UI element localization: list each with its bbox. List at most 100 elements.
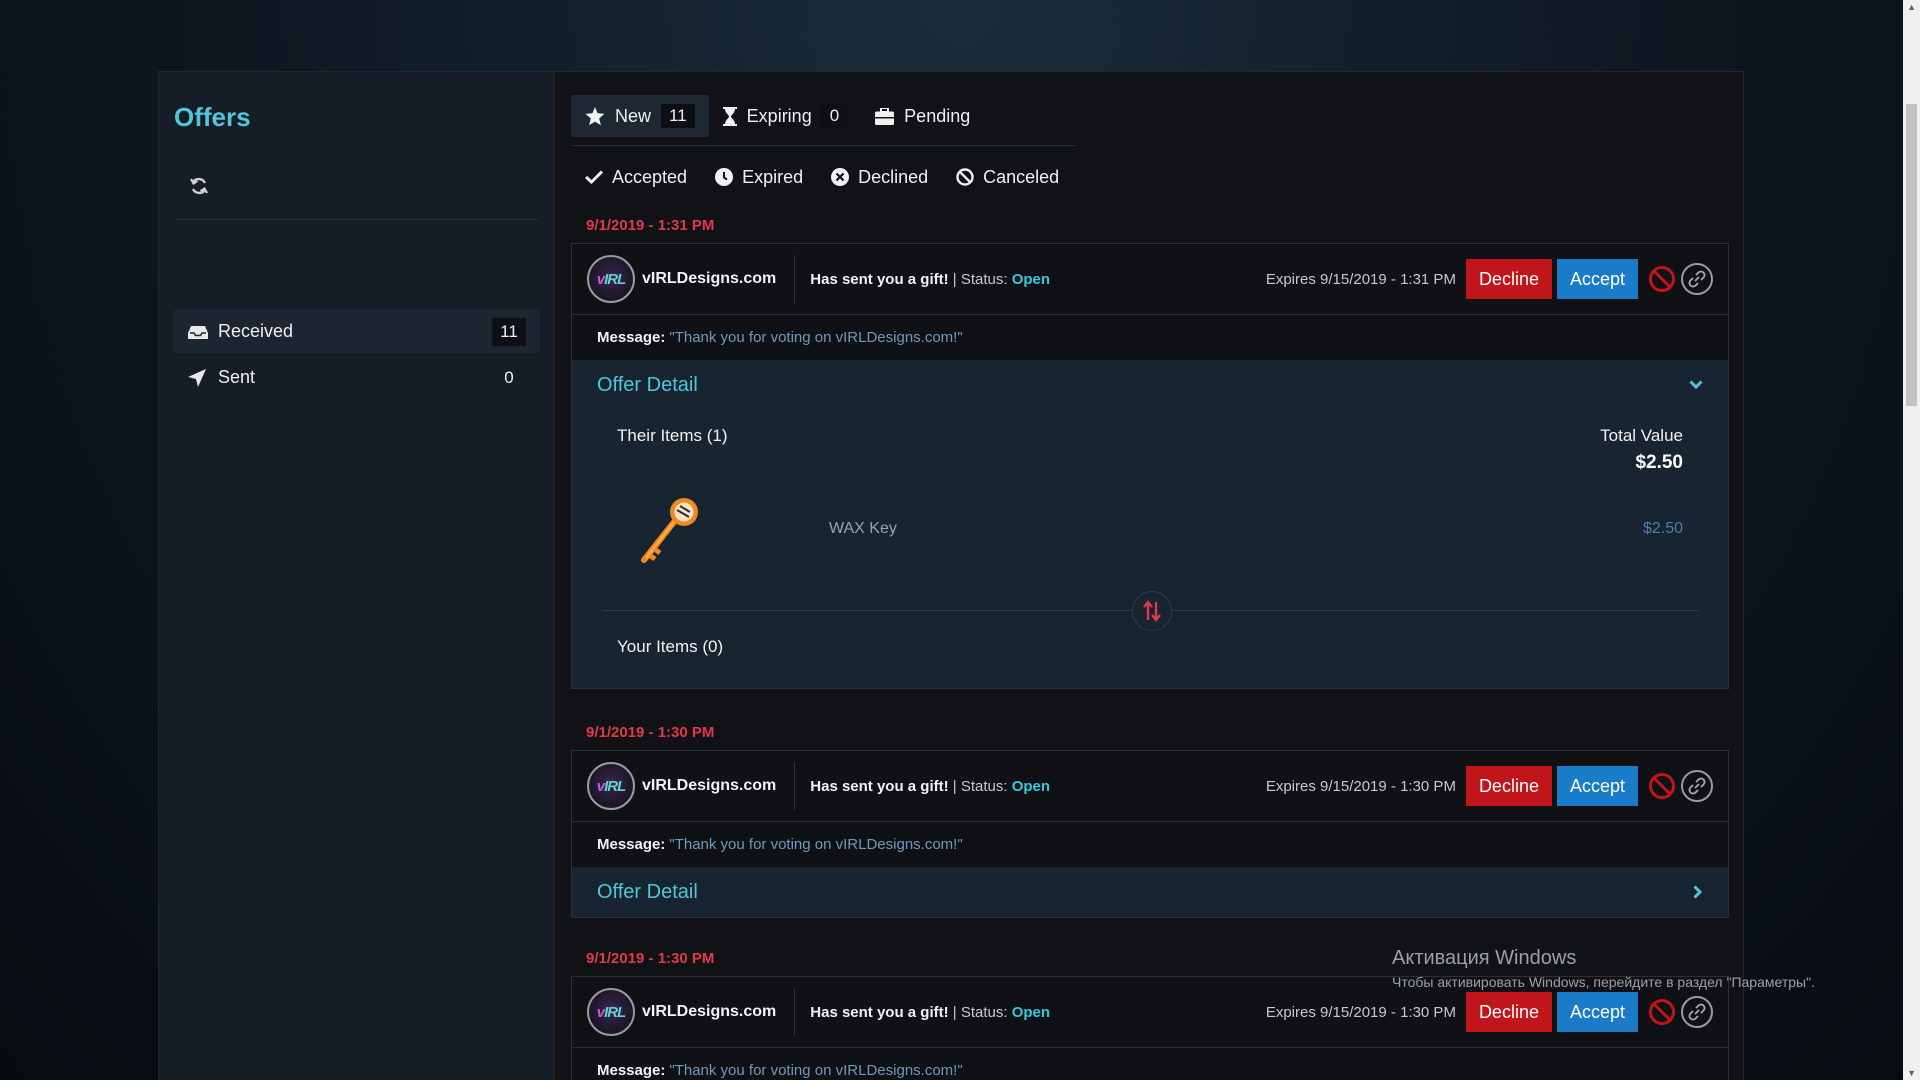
block-user-icon[interactable]: [1647, 997, 1677, 1027]
offer-detail-title: Offer Detail: [597, 373, 698, 396]
accept-button[interactable]: Accept: [1556, 259, 1638, 299]
gift-text: Has sent you a gift!: [810, 777, 949, 795]
message-text: "Thank you for voting on vIRLDesigns.com…: [669, 1062, 963, 1079]
tab-expiring[interactable]: Expiring 0: [709, 95, 862, 137]
sidebar-divider: [174, 219, 539, 220]
tab-declined[interactable]: Declined: [817, 160, 942, 194]
status-separator: |: [948, 777, 961, 795]
offers-panel: Offers Received 11 Sent 0 New 11 Expirin…: [158, 71, 1744, 1080]
sidebar-title: Offers: [174, 102, 251, 132]
tab-canceled[interactable]: Canceled: [942, 160, 1073, 194]
block-user-icon[interactable]: [1647, 264, 1677, 294]
tab-pending[interactable]: Pending: [861, 95, 984, 137]
gift-text: Has sent you a gift!: [810, 270, 949, 288]
hourglass-icon: [722, 106, 737, 126]
accept-button[interactable]: Accept: [1556, 766, 1638, 806]
expires-text: Expires 9/15/2019 - 1:30 PM: [1265, 1003, 1456, 1021]
message-label: Message:: [597, 329, 666, 346]
offer-date: 9/1/2019 - 1:30 PM: [586, 724, 715, 741]
inbox-icon: [188, 324, 210, 340]
status-separator: |: [948, 1003, 961, 1021]
watermark-text: Чтобы активировать Windows, перейдите в …: [1392, 974, 1815, 990]
item-price: $2.50: [1642, 520, 1683, 537]
decline-button[interactable]: Decline: [1465, 766, 1552, 806]
tab-expired[interactable]: Expired: [701, 160, 817, 194]
offer-date: 9/1/2019 - 1:31 PM: [586, 217, 715, 234]
tab-label: Declined: [858, 166, 929, 187]
offer-header: vIRL vIRLDesigns.com Has sent you a gift…: [572, 244, 1728, 314]
chevron-right-icon: [1693, 885, 1703, 899]
offer-detail: Offer Detail: [572, 867, 1728, 917]
header-divider: [794, 762, 796, 810]
accept-button[interactable]: Accept: [1556, 992, 1638, 1032]
send-icon: [188, 368, 210, 387]
gift-status: Has sent you a gift! | Status: Open: [810, 1004, 1050, 1021]
count-badge: 11: [661, 104, 695, 128]
decline-button[interactable]: Decline: [1465, 992, 1552, 1032]
scrollbar-thumb[interactable]: [1906, 104, 1917, 406]
tab-label: New: [615, 105, 652, 126]
your-items-heading: Your Items (0): [617, 637, 724, 656]
status-badge: Open: [1011, 1003, 1051, 1021]
sidebar-item-label: Received: [218, 321, 294, 341]
sidebar-item-sent[interactable]: Sent 0: [174, 356, 540, 399]
sidebar-item-received[interactable]: Received 11: [174, 310, 540, 353]
offer-detail-toggle[interactable]: Offer Detail: [572, 867, 1728, 917]
offer-actions: Expires 9/15/2019 - 1:31 PM Decline Acce…: [1266, 259, 1713, 299]
scroll-up-arrow[interactable]: ▲: [1907, 2, 1916, 12]
offer-card: 9/1/2019 - 1:31 PM vIRL vIRLDesigns.com …: [571, 215, 1729, 689]
link-icon[interactable]: [1681, 996, 1713, 1028]
clock-icon: [715, 168, 734, 186]
count-badge: 0: [504, 367, 514, 387]
gift-text: Has sent you a gift!: [810, 1003, 949, 1021]
block-user-icon[interactable]: [1647, 771, 1677, 801]
offer-actions: Expires 9/15/2019 - 1:30 PM Decline Acce…: [1266, 992, 1713, 1032]
offer-card: 9/1/2019 - 1:30 PM vIRL vIRLDesigns.com …: [571, 722, 1729, 918]
offer-body: vIRL vIRLDesigns.com Has sent you a gift…: [571, 750, 1729, 918]
tab-label: Pending: [904, 105, 971, 126]
avatar[interactable]: vIRL: [587, 255, 635, 303]
avatar[interactable]: vIRL: [587, 762, 635, 810]
key-icon[interactable]: [632, 490, 712, 575]
watermark-title: Активация Windows: [1392, 947, 1577, 969]
sender-name[interactable]: vIRLDesigns.com: [642, 777, 776, 795]
chevron-down-icon: [1689, 380, 1703, 390]
offer-body: vIRL vIRLDesigns.com Has sent you a gift…: [571, 243, 1729, 689]
scroll-down-arrow[interactable]: ▼: [1907, 1068, 1916, 1078]
count-badge: 0: [821, 104, 848, 128]
primary-tabs: New 11 Expiring 0 Pending: [571, 95, 984, 137]
decline-button[interactable]: Decline: [1465, 259, 1552, 299]
offer-actions: Expires 9/15/2019 - 1:30 PM Decline Acce…: [1266, 766, 1713, 806]
status-separator: |: [948, 270, 961, 288]
refresh-icon[interactable]: [189, 176, 209, 202]
total-value: $2.50: [1635, 452, 1683, 473]
briefcase-icon: [875, 107, 895, 125]
star-icon: [585, 106, 605, 126]
status-label: Status:: [960, 777, 1012, 795]
offer-detail-title: Offer Detail: [597, 880, 698, 903]
scrollbar[interactable]: ▲ ▼: [1903, 0, 1920, 1080]
tab-accepted[interactable]: Accepted: [571, 160, 701, 194]
tab-new[interactable]: New 11: [571, 95, 709, 137]
message-text: "Thank you for voting on vIRLDesigns.com…: [669, 836, 963, 853]
sender-name[interactable]: vIRLDesigns.com: [642, 1003, 776, 1021]
status-badge: Open: [1011, 777, 1051, 795]
ban-icon: [956, 168, 974, 186]
tabs-divider: [571, 145, 1075, 146]
offer-detail-toggle[interactable]: Offer Detail: [572, 360, 1728, 410]
message-label: Message:: [597, 836, 666, 853]
tab-label: Accepted: [612, 166, 688, 187]
link-icon[interactable]: [1681, 263, 1713, 295]
offer-message: Message: "Thank you for voting on vIRLDe…: [572, 314, 1728, 360]
sender-name[interactable]: vIRLDesigns.com: [642, 270, 776, 288]
message-text: "Thank you for voting on vIRLDesigns.com…: [669, 329, 963, 346]
link-icon[interactable]: [1681, 770, 1713, 802]
offer-message: Message: "Thank you for voting on vIRLDe…: [572, 1047, 1728, 1080]
avatar[interactable]: vIRL: [587, 988, 635, 1036]
tab-label: Canceled: [983, 166, 1060, 187]
count-badge: 11: [492, 317, 526, 346]
offer-detail: Offer Detail Their Items (1) Total Value…: [572, 360, 1728, 688]
gift-status: Has sent you a gift! | Status: Open: [810, 271, 1050, 288]
sidebar-item-label: Sent: [218, 367, 256, 387]
total-value-label: Total Value: [1600, 426, 1683, 445]
